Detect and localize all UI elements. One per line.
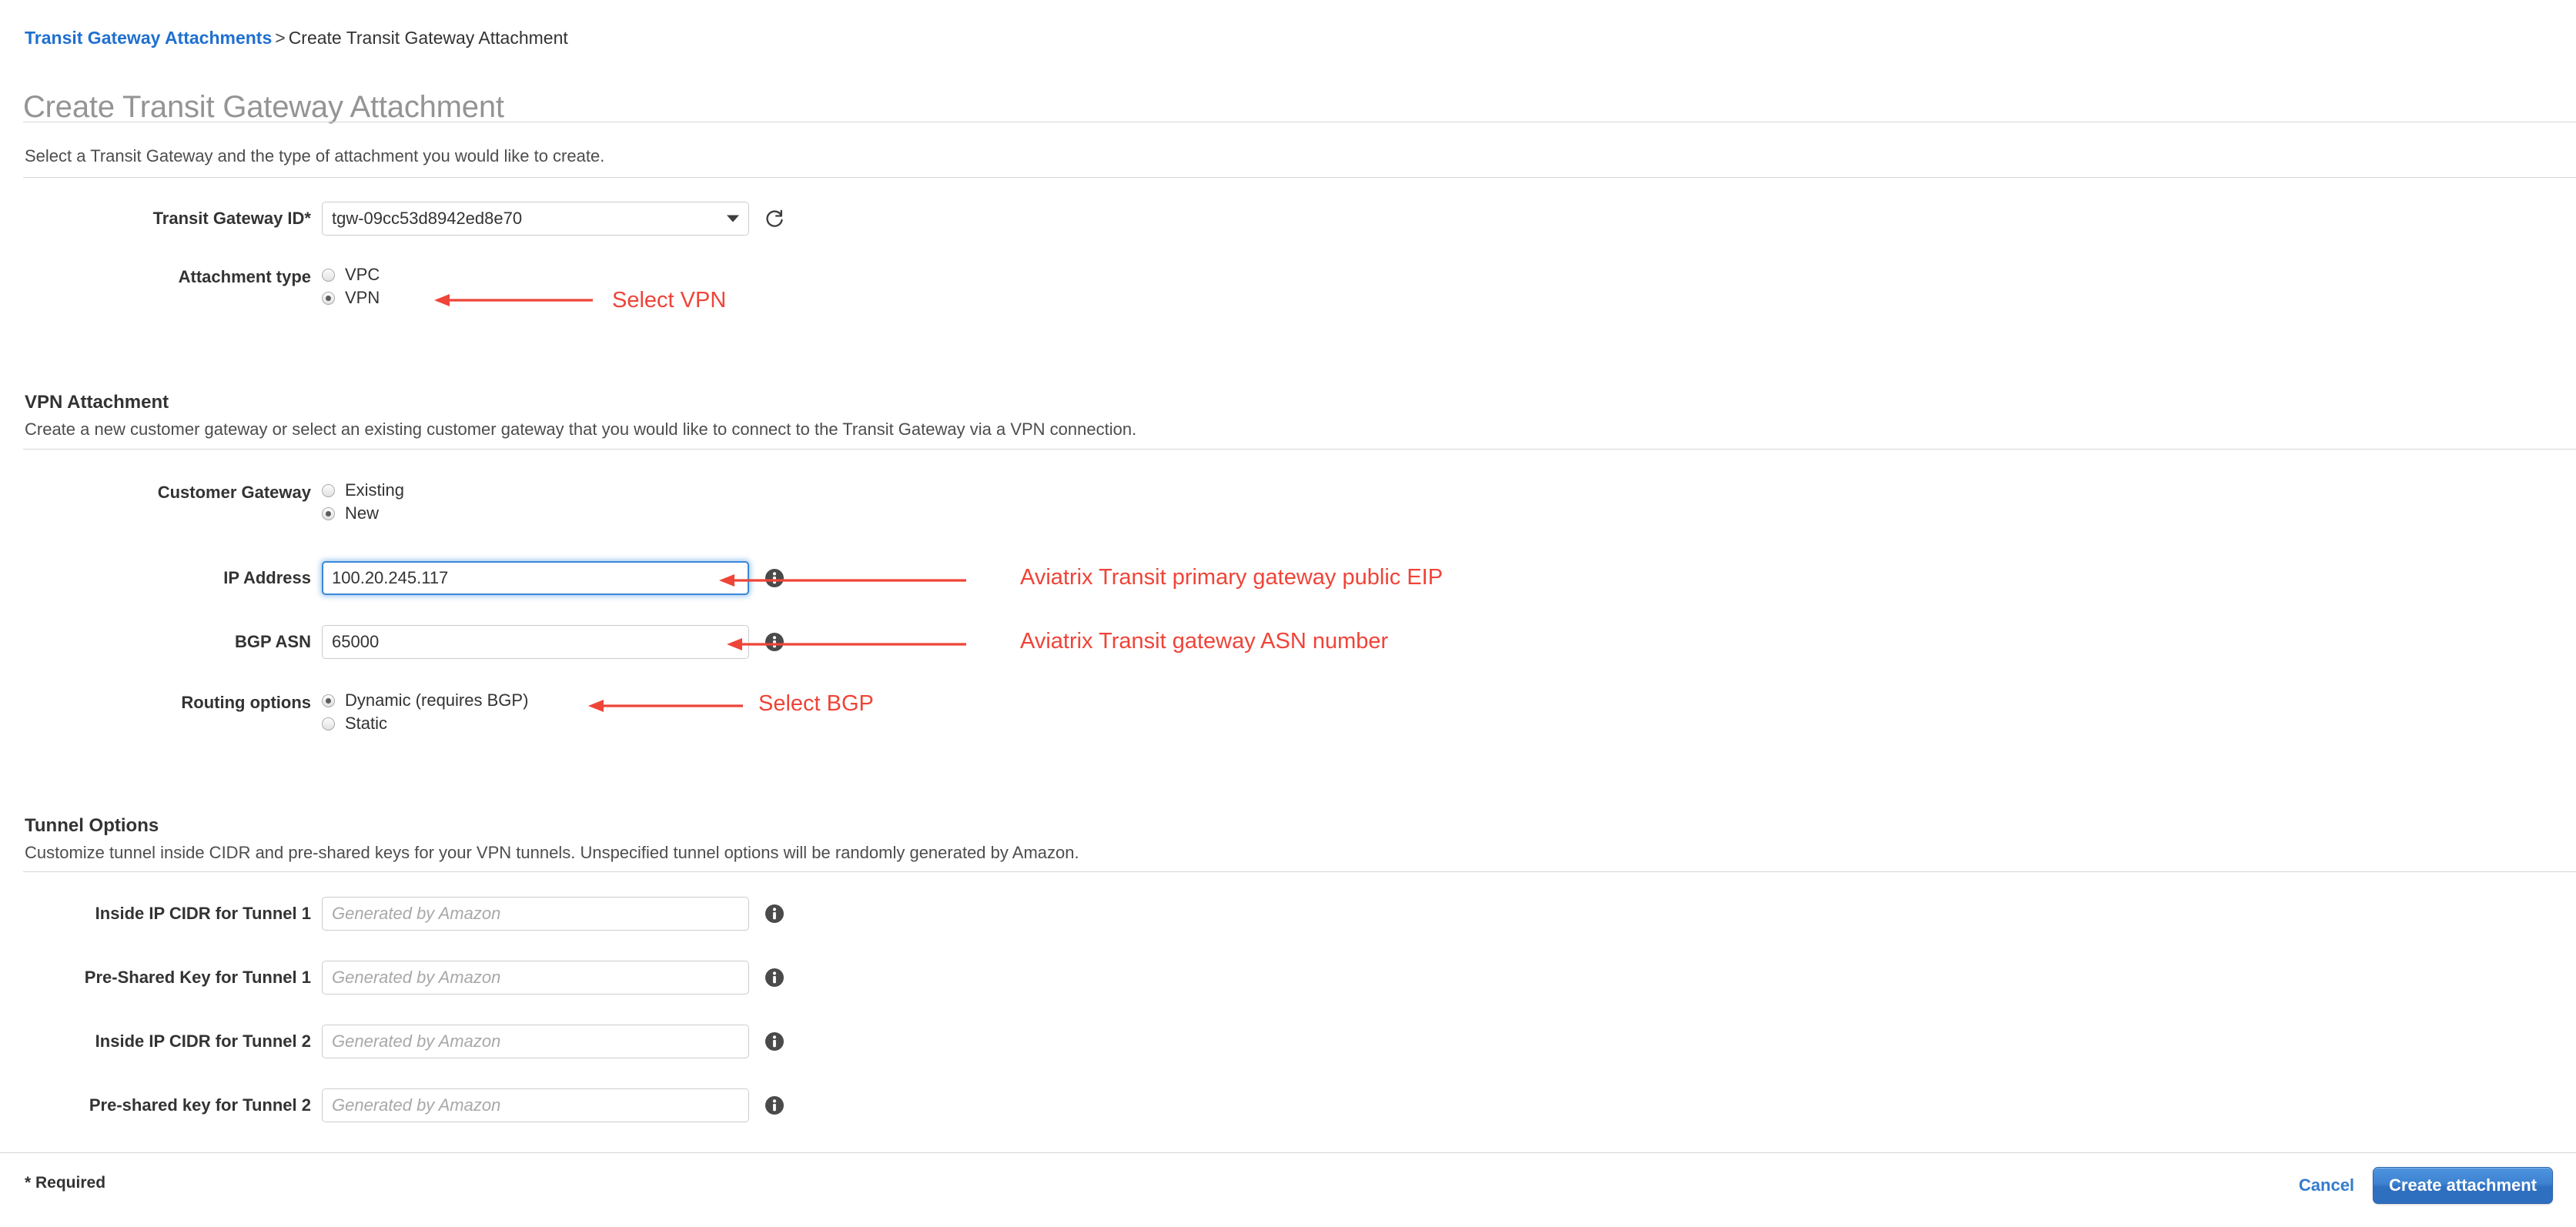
vpn-attachment-heading: VPN Attachment bbox=[25, 391, 169, 413]
pre-shared-key-tunnel-1-label: Pre-Shared Key for Tunnel 1 bbox=[84, 968, 311, 987]
routing-options-static-label: Static bbox=[345, 714, 388, 733]
bgp-asn-input-wrap bbox=[322, 625, 785, 659]
radio-unchecked-icon bbox=[322, 483, 335, 497]
inside-ip-cidr-tunnel-1-label: Inside IP CIDR for Tunnel 1 bbox=[95, 904, 311, 923]
info-icon[interactable] bbox=[764, 568, 785, 588]
annotation-label-ip-address: Aviatrix Transit primary gateway public … bbox=[1020, 565, 1444, 590]
info-icon[interactable] bbox=[764, 1031, 785, 1051]
transit-gateway-id-value: tgw-09cc53d8942ed8e70 bbox=[332, 209, 523, 228]
info-icon[interactable] bbox=[764, 632, 785, 652]
attachment-type-vpc-label: VPC bbox=[345, 265, 380, 284]
info-icon[interactable] bbox=[764, 1095, 785, 1115]
routing-options-row: Routing options Dynamic (requires BGP) S… bbox=[0, 687, 528, 734]
attachment-type-radio-group: VPC VPN bbox=[322, 262, 380, 308]
radio-checked-icon bbox=[322, 291, 335, 305]
annotation-label-select-vpn: Select VPN bbox=[612, 288, 727, 313]
info-icon[interactable] bbox=[764, 904, 785, 924]
inside-ip-cidr-tunnel-2-label: Inside IP CIDR for Tunnel 2 bbox=[95, 1031, 311, 1051]
inside-ip-cidr-tunnel-2-field[interactable] bbox=[322, 1025, 749, 1058]
routing-options-static[interactable]: Static bbox=[322, 714, 528, 734]
required-note: * Required bbox=[25, 1174, 106, 1192]
inside-ip-cidr-tunnel-1-field[interactable] bbox=[322, 897, 749, 931]
attachment-type-label: Attachment type bbox=[178, 267, 311, 286]
pre-shared-key-tunnel-2-field[interactable] bbox=[322, 1088, 749, 1122]
annotation-arrow-select-bgp bbox=[588, 700, 743, 712]
create-attachment-button[interactable]: Create attachment bbox=[2373, 1167, 2553, 1204]
pre-shared-key-tunnel-1-field[interactable] bbox=[322, 961, 749, 995]
pre-shared-key-tunnel-2-wrap bbox=[322, 1088, 785, 1122]
transit-gateway-id-label: Transit Gateway ID* bbox=[152, 209, 311, 228]
customer-gateway-new[interactable]: New bbox=[322, 503, 404, 523]
pre-shared-key-tunnel-2-row: Pre-shared key for Tunnel 2 bbox=[0, 1088, 785, 1122]
breadcrumb-link-transit-gateway-attachments[interactable]: Transit Gateway Attachments bbox=[25, 28, 272, 48]
inside-ip-cidr-tunnel-1-wrap bbox=[322, 897, 785, 931]
radio-checked-icon bbox=[322, 694, 335, 707]
transit-gateway-id-select[interactable]: tgw-09cc53d8942ed8e70 bbox=[322, 202, 749, 236]
customer-gateway-existing-label: Existing bbox=[345, 480, 405, 500]
customer-gateway-label: Customer Gateway bbox=[157, 483, 311, 502]
cancel-button[interactable]: Cancel bbox=[2297, 1172, 2356, 1199]
attachment-type-vpn[interactable]: VPN bbox=[322, 288, 380, 308]
annotation-label-select-bgp: Select BGP bbox=[758, 691, 874, 716]
routing-options-dynamic-label: Dynamic (requires BGP) bbox=[345, 690, 529, 710]
footer-divider bbox=[0, 1152, 2576, 1153]
intro-divider bbox=[23, 177, 2576, 178]
footer-actions: Cancel Create attachment bbox=[2297, 1167, 2553, 1204]
bgp-asn-row: BGP ASN bbox=[0, 625, 785, 659]
ip-address-input-wrap bbox=[322, 561, 785, 595]
tunnel-options-divider bbox=[23, 871, 2576, 872]
routing-options-dynamic[interactable]: Dynamic (requires BGP) bbox=[322, 690, 528, 710]
ip-address-row: IP Address bbox=[0, 561, 785, 595]
transit-gateway-id-row: Transit Gateway ID* tgw-09cc53d8942ed8e7… bbox=[0, 202, 786, 236]
page-intro-text: Select a Transit Gateway and the type of… bbox=[25, 146, 605, 165]
attachment-type-vpn-label: VPN bbox=[345, 288, 380, 307]
radio-unchecked-icon bbox=[322, 717, 335, 731]
breadcrumb-separator: > bbox=[275, 28, 286, 48]
vpn-attachment-divider bbox=[23, 449, 2576, 450]
breadcrumb-current: Create Transit Gateway Attachment bbox=[288, 28, 568, 48]
page-title: Create Transit Gateway Attachment bbox=[23, 89, 504, 124]
annotation-arrow-select-vpn bbox=[434, 294, 593, 306]
customer-gateway-radio-group: Existing New bbox=[322, 477, 404, 523]
customer-gateway-row: Customer Gateway Existing New bbox=[0, 477, 404, 523]
vpn-attachment-description: Create a new customer gateway or select … bbox=[25, 420, 1137, 439]
routing-options-label: Routing options bbox=[181, 693, 311, 712]
bgp-asn-field[interactable] bbox=[322, 625, 749, 659]
bgp-asn-label: BGP ASN bbox=[234, 632, 311, 651]
radio-checked-icon bbox=[322, 507, 335, 520]
inside-ip-cidr-tunnel-2-wrap bbox=[322, 1025, 785, 1058]
ip-address-field[interactable] bbox=[322, 561, 749, 595]
inside-ip-cidr-tunnel-1-row: Inside IP CIDR for Tunnel 1 bbox=[0, 897, 785, 931]
tunnel-options-description: Customize tunnel inside CIDR and pre-sha… bbox=[25, 843, 1079, 862]
pre-shared-key-tunnel-2-label: Pre-shared key for Tunnel 2 bbox=[89, 1095, 311, 1115]
info-icon[interactable] bbox=[764, 968, 785, 988]
routing-options-radio-group: Dynamic (requires BGP) Static bbox=[322, 687, 528, 734]
radio-unchecked-icon bbox=[322, 268, 335, 282]
annotation-label-bgp-asn: Aviatrix Transit gateway ASN number bbox=[1020, 629, 1389, 654]
attachment-type-row: Attachment type VPC VPN bbox=[0, 262, 380, 308]
pre-shared-key-tunnel-1-row: Pre-Shared Key for Tunnel 1 bbox=[0, 961, 785, 995]
tunnel-options-heading: Tunnel Options bbox=[25, 814, 159, 836]
inside-ip-cidr-tunnel-2-row: Inside IP CIDR for Tunnel 2 bbox=[0, 1025, 785, 1058]
customer-gateway-new-label: New bbox=[345, 503, 380, 523]
chevron-down-icon bbox=[727, 215, 739, 222]
ip-address-label: IP Address bbox=[223, 568, 311, 587]
refresh-icon[interactable] bbox=[763, 202, 786, 236]
attachment-type-vpc[interactable]: VPC bbox=[322, 265, 380, 285]
breadcrumb: Transit Gateway Attachments > Create Trans… bbox=[25, 28, 568, 48]
pre-shared-key-tunnel-1-wrap bbox=[322, 961, 785, 995]
customer-gateway-existing[interactable]: Existing bbox=[322, 480, 404, 500]
